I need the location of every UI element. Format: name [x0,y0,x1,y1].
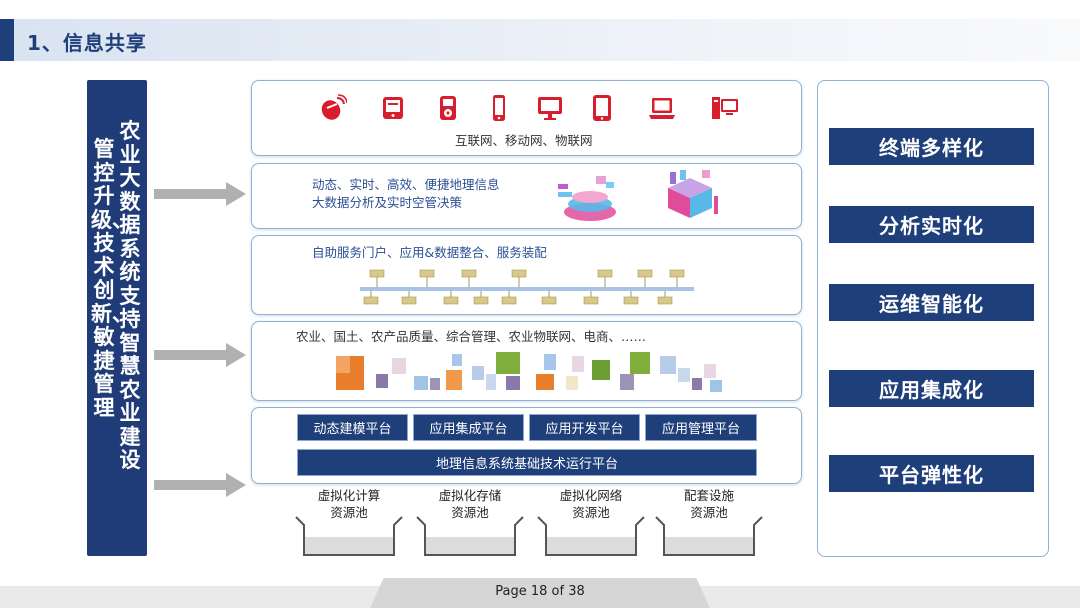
service-layer: 自助服务门户、应用&数据整合、服务装配 [251,235,802,315]
resource-pool-storage: 虚拟化存储 资源池 [415,487,525,559]
resource-pool-facilities: 配套设施 资源池 [654,487,764,559]
page-number: Page 18 of 38 [495,584,585,599]
page-title: 1、信息共享 [27,31,147,55]
analytics-illustration-icon [558,176,616,221]
theme-text-left: 管控升级、技术创新、敏捷管理 [91,137,133,420]
feature-platform-elasticity: 平台弹性化 [829,455,1034,492]
arrow-right-icon [154,473,246,497]
arrow-right-icon [154,182,246,206]
analysis-layer: 动态、实时、高效、便捷地理信息 大数据分析及实时空管决策 [251,163,802,229]
laptop-icon [649,98,675,119]
pool-label-line-1: 虚拟化存储 [438,488,502,503]
title-accent [0,19,14,61]
media-player-icon [440,96,456,120]
application-cubes-diagram [336,352,722,392]
slide: 1、信息共享 农业大数据系统支持智慧农业建设 管控升级、技术创新、敏捷管理 互联… [0,0,1080,608]
terminal-layer: 互联网、移动网、物联网 [251,80,802,156]
desktop-pc-icon [712,97,738,119]
pool-container-icon [295,516,403,556]
application-layer-label: 农业、国土、农产品质量、综合管理、农业物联网、电商、…… [296,329,647,344]
tablet-icon [593,95,611,121]
application-layer: 农业、国土、农产品质量、综合管理、农业物联网、电商、…… [251,321,802,401]
pool-container-icon [416,516,524,556]
platform-dynamic-modeling: 动态建模平台 [297,414,408,441]
data-cube-illustration-icon [668,170,718,218]
monitor-icon [538,97,562,120]
platform-gis-base: 地理信息系统基础技术运行平台 [297,449,757,476]
pool-container-icon [537,516,645,556]
theme-text-right: 农业大数据系统支持智慧农业建设 [119,119,141,472]
platform-application-management: 应用管理平台 [645,414,757,441]
phone-icon [493,95,505,121]
pool-label-line-1: 虚拟化计算 [317,488,381,503]
analysis-line-1: 动态、实时、高效、便捷地理信息 [312,177,500,192]
service-bus-diagram [360,269,694,305]
pool-label-line-1: 配套设施 [683,488,734,503]
arrow-right-icon [154,343,246,367]
pool-label-line-1: 虚拟化网络 [559,488,623,503]
analysis-line-2: 大数据分析及实时空管决策 [312,195,463,210]
pool-container-icon [655,516,763,556]
feature-application-integration: 应用集成化 [829,370,1034,407]
vertical-theme-box: 农业大数据系统支持智慧农业建设 管控升级、技术创新、敏捷管理 [87,80,147,556]
satellite-icon [321,94,347,120]
terminal-layer-label: 互联网、移动网、物联网 [455,133,593,148]
resource-pool-compute: 虚拟化计算 资源池 [294,487,404,559]
feature-terminal-diversity: 终端多样化 [829,128,1034,165]
feature-intelligent-ops: 运维智能化 [829,284,1034,321]
platform-application-development: 应用开发平台 [529,414,640,441]
title-bar [0,19,1080,61]
resource-pool-network: 虚拟化网络 资源池 [536,487,646,559]
tablet-icon [383,97,403,119]
service-layer-label: 自助服务门户、应用&数据整合、服务装配 [312,245,547,260]
feature-realtime-analysis: 分析实时化 [829,206,1034,243]
platform-application-integration: 应用集成平台 [413,414,524,441]
